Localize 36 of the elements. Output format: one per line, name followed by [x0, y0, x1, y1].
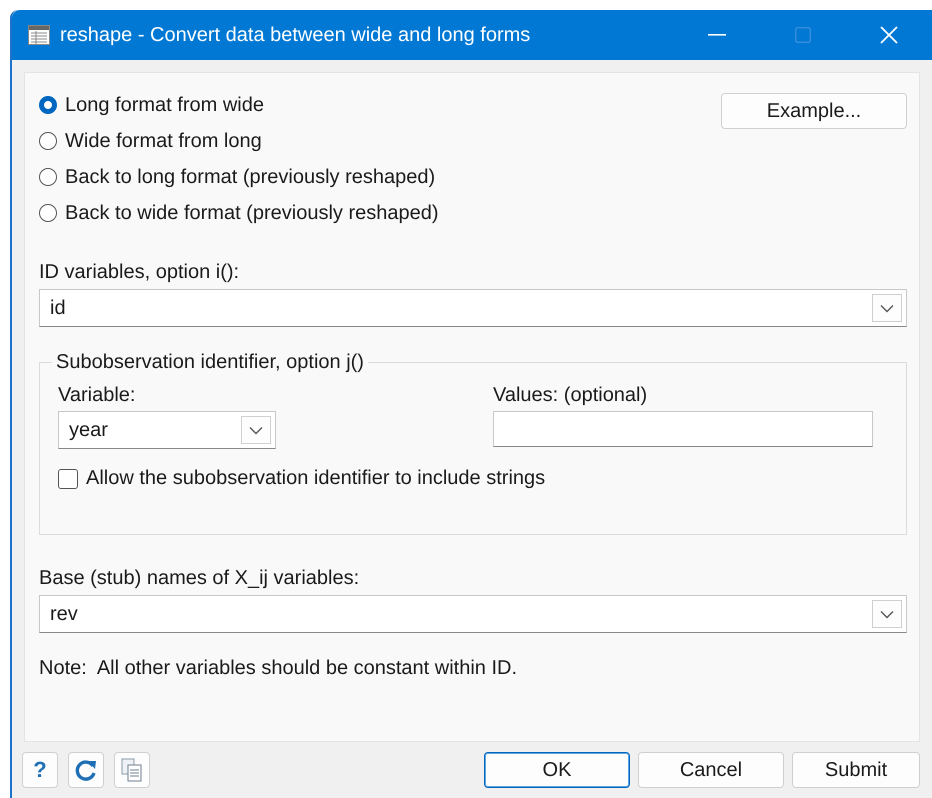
radio-button[interactable]: [39, 96, 57, 114]
close-icon[interactable]: [880, 26, 898, 44]
chevron-down-icon: [880, 610, 894, 618]
stub-names-combobox[interactable]: rev: [39, 595, 907, 633]
dialog-button[interactable]: OK: [484, 752, 630, 788]
dialog-button[interactable]: Submit: [792, 752, 920, 788]
group-title: Subobservation identifier, option j(): [55, 351, 365, 374]
copy-icon: [121, 758, 143, 782]
input-field[interactable]: [493, 411, 873, 447]
chevron-down-icon: [249, 426, 263, 434]
checkbox-label[interactable]: Allow the subobservation identifier to include strings: [86, 467, 546, 490]
field-label: Values: (optional): [493, 384, 648, 406]
refresh-icon: [74, 758, 98, 782]
radio-label[interactable]: Back to long format (previously reshaped): [65, 166, 436, 188]
radio-label[interactable]: Long format from wide: [65, 94, 264, 116]
copy-button[interactable]: [114, 752, 150, 788]
checkbox[interactable]: [58, 468, 78, 488]
field-label: Variable:: [58, 384, 136, 406]
variable-combobox[interactable]: year: [58, 411, 276, 449]
radio-label[interactable]: Back to wide format (previously reshaped): [65, 202, 438, 224]
chevron-down-icon: [880, 304, 894, 312]
dialog-button[interactable]: Cancel: [638, 752, 784, 788]
id-variables-combobox[interactable]: id: [39, 289, 907, 327]
table-icon: [28, 25, 50, 45]
note-text: Note: All other variables should be constant within ID.: [39, 657, 518, 680]
field-label: Base (stub) names of X_ij variables:: [39, 567, 360, 591]
reset-button[interactable]: [68, 752, 104, 788]
minimize-icon[interactable]: [708, 34, 726, 36]
help-button[interactable]: ?: [22, 752, 58, 788]
radio-button[interactable]: [39, 168, 57, 186]
example-button[interactable]: Example...: [721, 93, 907, 129]
radio-label[interactable]: Wide format from long: [65, 130, 262, 152]
window-title: reshape - Convert data between wide and long forms: [60, 24, 532, 46]
radio-button[interactable]: [39, 204, 57, 222]
radio-button[interactable]: [39, 132, 57, 150]
field-label: ID variables, option i():: [39, 261, 240, 285]
